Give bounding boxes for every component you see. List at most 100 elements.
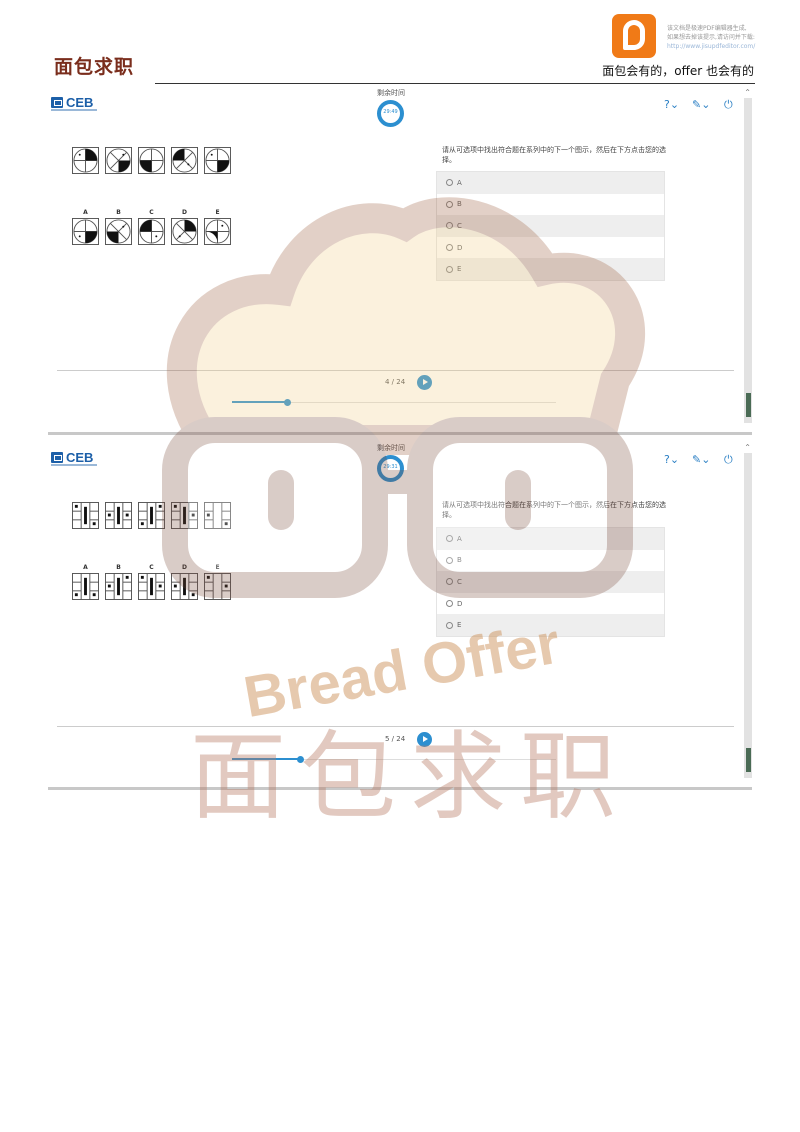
answer-letter: D bbox=[182, 209, 187, 216]
series-figure bbox=[171, 502, 198, 529]
exit-icon[interactable]: ⏻ bbox=[724, 98, 733, 112]
test-screen-1: CEB 剩余时间 29:49 ?⌄ ✎⌄ ⏻ ⌃ A B C D E 请从可选项… bbox=[48, 88, 752, 435]
radio-icon[interactable] bbox=[446, 265, 453, 273]
footer-divider bbox=[57, 370, 734, 371]
test-screen-2: CEB 剩余时间 29:31 ?⌄ ✎⌄ ⏻ ⌃ A B C D E 请从可选项… bbox=[48, 443, 752, 790]
ceb-logo: CEB bbox=[51, 95, 93, 110]
accessibility-icon[interactable]: ✎⌄ bbox=[692, 98, 710, 111]
answer-option[interactable]: C bbox=[437, 571, 664, 593]
answer-option[interactable]: B bbox=[437, 550, 664, 572]
pdf-editor-app-icon bbox=[612, 14, 656, 58]
pdf-notice: 该文档是极速PDF编辑器生成, 如果想去掉该提示,请访问并下载: http://… bbox=[667, 24, 782, 51]
series-figure bbox=[72, 502, 99, 529]
answer-letters: A B C D E bbox=[72, 564, 231, 571]
answer-letter: B bbox=[116, 564, 121, 571]
series-figure bbox=[204, 147, 231, 174]
answer-figure bbox=[105, 218, 132, 245]
answer-letters: A B C D E bbox=[72, 209, 231, 216]
answer-option[interactable]: B bbox=[437, 194, 664, 216]
progress-fill bbox=[232, 401, 288, 403]
answer-letter: E bbox=[215, 209, 220, 216]
pdf-notice-line-2: 如果想去掉该提示,请访问并下载: bbox=[667, 34, 755, 41]
answer-letter: D bbox=[182, 564, 187, 571]
answer-letter: B bbox=[116, 209, 121, 216]
answer-options: A B C D E bbox=[436, 171, 665, 281]
answer-option[interactable]: A bbox=[437, 528, 664, 550]
series-figure bbox=[105, 147, 132, 174]
answer-figures bbox=[72, 218, 231, 245]
answer-option[interactable]: E bbox=[437, 258, 664, 280]
answer-figure bbox=[105, 573, 132, 600]
scroll-up-arrow[interactable]: ⌃ bbox=[744, 443, 751, 452]
question-series bbox=[72, 502, 231, 529]
radio-icon[interactable] bbox=[446, 578, 453, 586]
answer-option[interactable]: E bbox=[437, 614, 664, 636]
brand-logo: 面包求职 bbox=[54, 56, 135, 78]
ceb-tagline bbox=[51, 464, 97, 466]
answer-letter: E bbox=[215, 564, 220, 571]
answer-figure bbox=[204, 218, 231, 245]
answer-figure bbox=[138, 573, 165, 600]
answer-option[interactable]: D bbox=[437, 237, 664, 259]
radio-icon[interactable] bbox=[446, 179, 453, 187]
answer-letter: A bbox=[83, 209, 88, 216]
pdf-notice-url[interactable]: http://www.jisupdfeditor.com/ bbox=[667, 42, 782, 51]
answer-options: A B C D E bbox=[436, 527, 665, 637]
series-figure bbox=[138, 502, 165, 529]
timer-value: 29:31 bbox=[383, 464, 398, 470]
question-series bbox=[72, 147, 231, 174]
help-icon[interactable]: ?⌄ bbox=[664, 98, 679, 111]
exit-icon[interactable]: ⏻ bbox=[724, 453, 733, 467]
answer-letter: C bbox=[149, 564, 154, 571]
progress-track bbox=[232, 399, 556, 406]
header-slogan: 面包会有的，offer 也会有的 bbox=[602, 64, 754, 78]
answer-figure bbox=[171, 218, 198, 245]
radio-icon[interactable] bbox=[446, 556, 453, 564]
answer-option[interactable]: C bbox=[437, 215, 664, 237]
radio-icon[interactable] bbox=[446, 222, 453, 230]
answer-letter: A bbox=[83, 564, 88, 571]
question-text: 请从可选项中找出符合题在系列中的下一个图示，然后在下方点击您的选择。 bbox=[442, 501, 666, 519]
scrollbar[interactable] bbox=[744, 453, 752, 778]
next-button[interactable] bbox=[417, 375, 432, 390]
answer-figure bbox=[138, 218, 165, 245]
scroll-up-arrow[interactable]: ⌃ bbox=[744, 88, 751, 97]
radio-icon[interactable] bbox=[446, 244, 453, 252]
progress-text: 5 / 24 bbox=[385, 735, 406, 743]
next-button[interactable] bbox=[417, 732, 432, 747]
answer-figures bbox=[72, 573, 231, 600]
scrollbar[interactable] bbox=[744, 98, 752, 423]
progress-text: 4 / 24 bbox=[385, 378, 406, 386]
answer-figure bbox=[72, 218, 99, 245]
timer-label: 剩余时间 bbox=[377, 444, 405, 452]
ceb-tagline bbox=[51, 109, 97, 111]
answer-figure bbox=[204, 573, 231, 600]
progress-fill bbox=[232, 758, 301, 760]
progress-thumb bbox=[284, 399, 292, 406]
answer-option[interactable]: D bbox=[437, 593, 664, 615]
scrollbar-thumb[interactable] bbox=[746, 748, 751, 772]
pdf-notice-line-1: 该文档是极速PDF编辑器生成, bbox=[667, 25, 747, 32]
footer-divider bbox=[57, 726, 734, 727]
progress-thumb bbox=[297, 756, 305, 763]
series-figure bbox=[72, 147, 99, 174]
answer-option[interactable]: A bbox=[437, 172, 664, 194]
series-figure bbox=[204, 502, 231, 529]
help-icon[interactable]: ?⌄ bbox=[664, 453, 679, 466]
progress-track bbox=[232, 756, 556, 763]
header-divider bbox=[155, 83, 755, 84]
timer-value: 29:49 bbox=[383, 109, 398, 115]
radio-icon[interactable] bbox=[446, 621, 453, 629]
ceb-logo: CEB bbox=[51, 450, 93, 465]
series-figure bbox=[138, 147, 165, 174]
answer-figure bbox=[171, 573, 198, 600]
radio-icon[interactable] bbox=[446, 535, 453, 543]
scrollbar-thumb[interactable] bbox=[746, 393, 751, 417]
accessibility-icon[interactable]: ✎⌄ bbox=[692, 453, 710, 466]
ceb-logo-icon bbox=[51, 452, 63, 463]
radio-icon[interactable] bbox=[446, 200, 453, 208]
series-figure bbox=[171, 147, 198, 174]
answer-figure bbox=[72, 573, 99, 600]
radio-icon[interactable] bbox=[446, 600, 453, 608]
series-figure bbox=[105, 502, 132, 529]
